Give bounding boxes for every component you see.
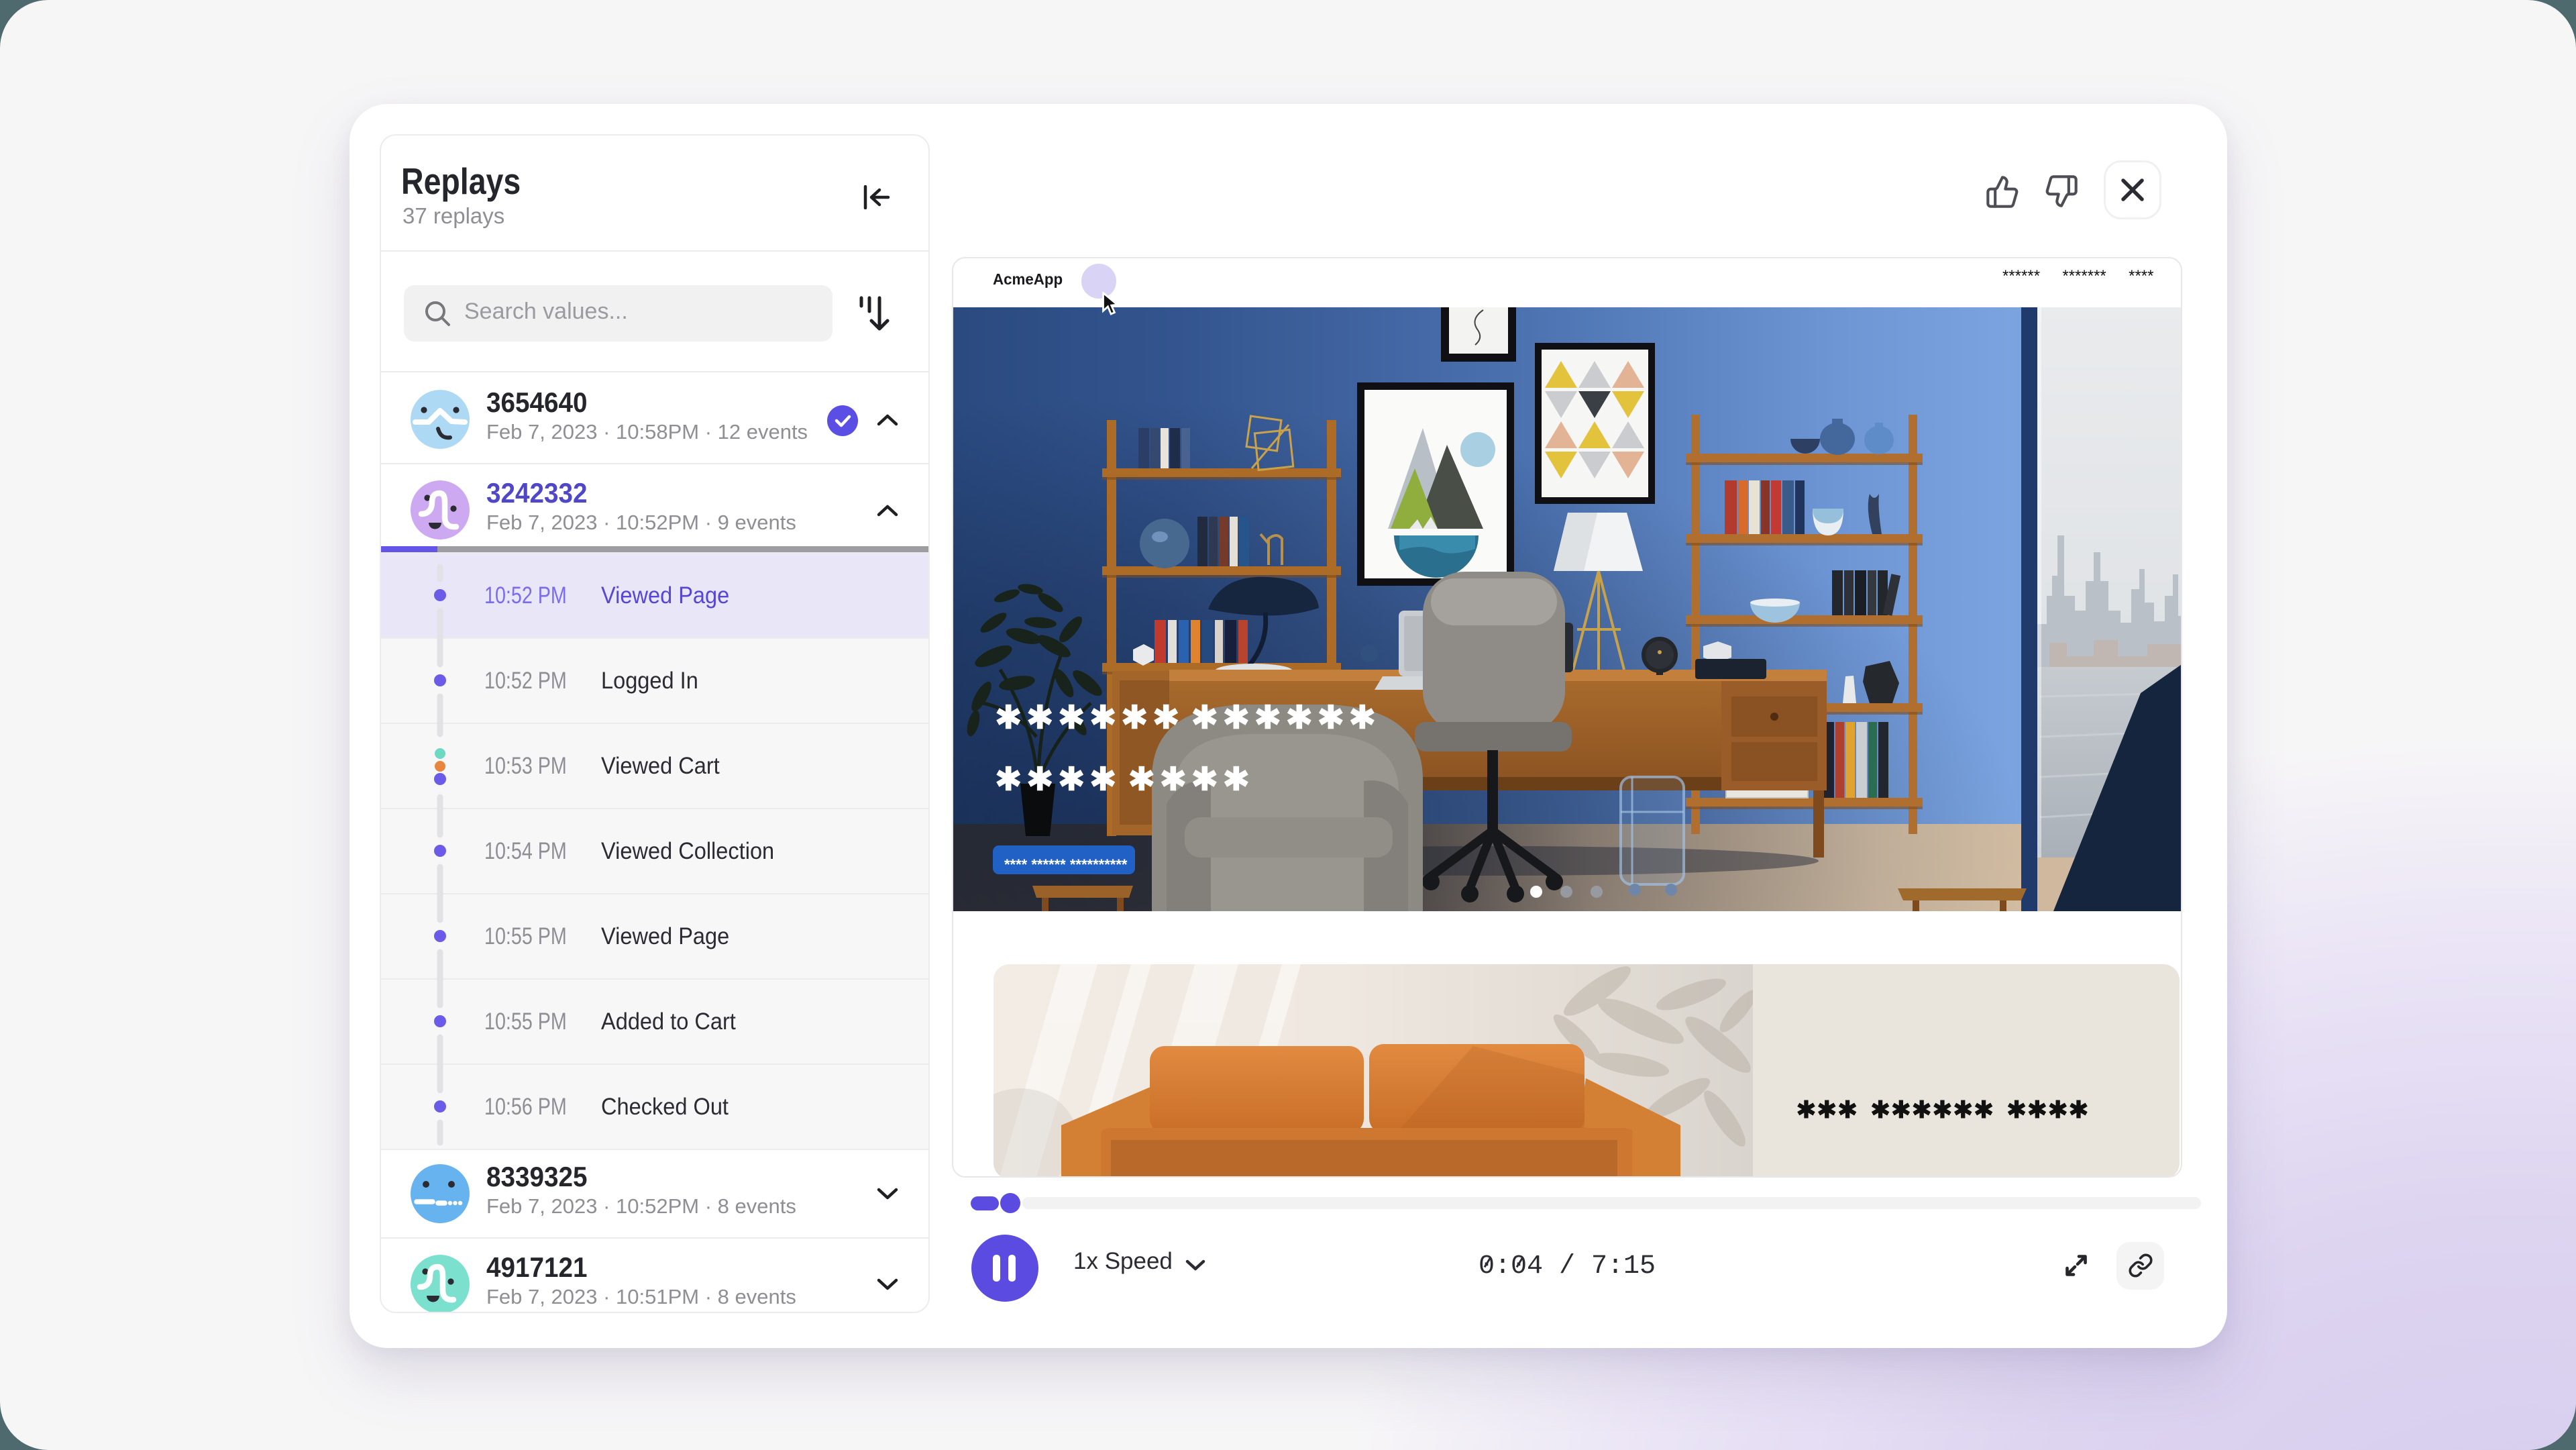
svg-text:**** ****** **********: **** ****** ********** xyxy=(1004,856,1128,873)
